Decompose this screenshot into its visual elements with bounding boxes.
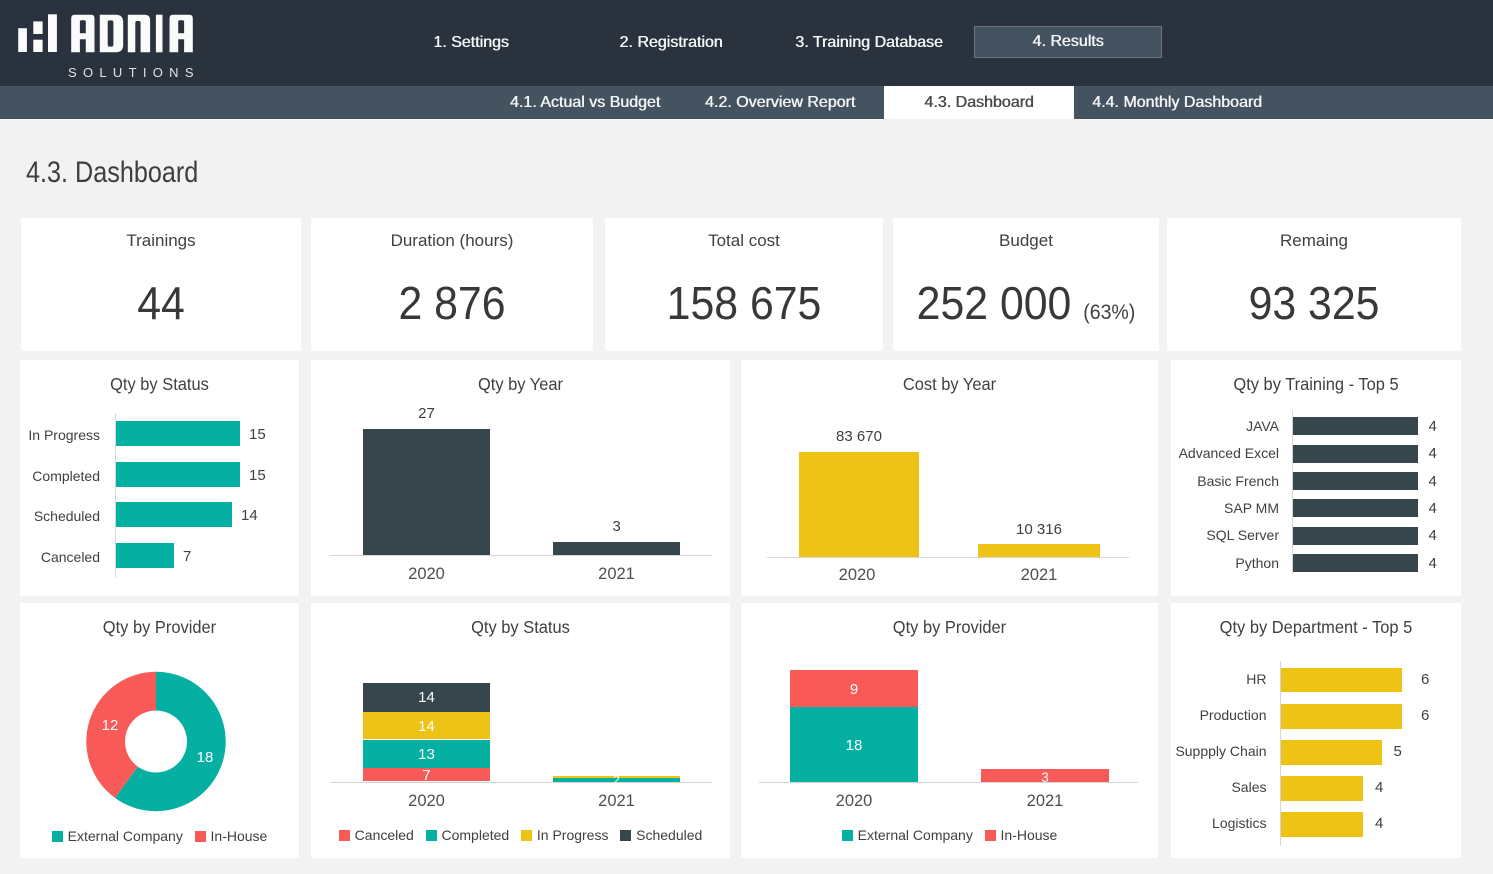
svg-text:SOLUTIONS: SOLUTIONS xyxy=(68,65,200,80)
